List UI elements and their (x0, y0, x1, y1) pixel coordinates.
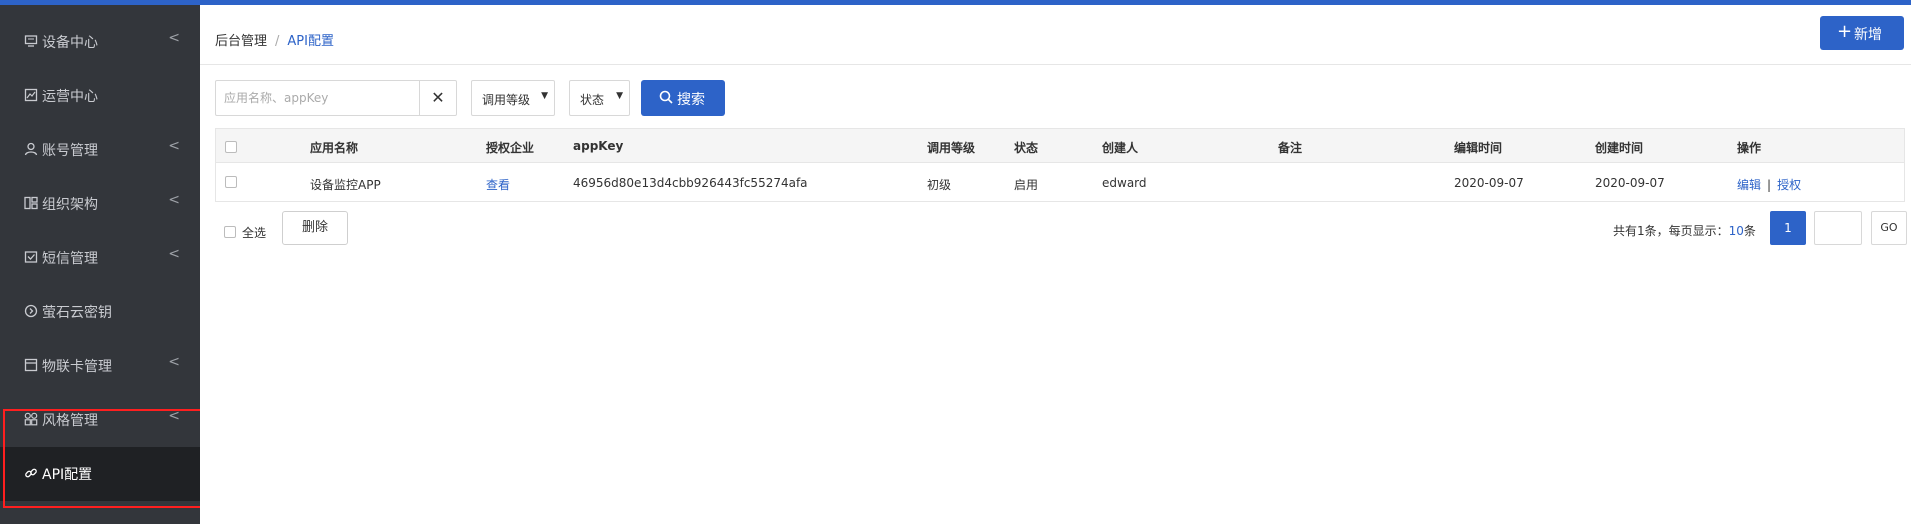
level-select-value: 调用等级 (482, 93, 531, 107)
cell-status: 启用 (1014, 178, 1039, 192)
cell-app-name: 设备监控APP (310, 178, 381, 192)
chevron-left-icon: < (168, 246, 180, 262)
sidebar-item-operation-center[interactable]: 运营中心 (0, 69, 200, 123)
message-icon (24, 250, 38, 264)
sidebar-item-organization[interactable]: 组织架构 < (0, 177, 200, 231)
cell-creator: edward (1102, 176, 1147, 190)
add-button[interactable]: + 新增 (1820, 16, 1904, 50)
page-size[interactable]: 10 (1729, 224, 1744, 238)
highlight-annotation (3, 409, 227, 508)
column-header: 应用名称 (310, 141, 359, 155)
sidebar-item-account[interactable]: 账号管理 < (0, 123, 200, 177)
sidebar-item-label: 设备中心 (42, 35, 98, 51)
header-bar: 后台管理 / API配置 + 新增 (200, 5, 1911, 65)
header-checkbox[interactable] (225, 141, 237, 153)
cell-operations: 编辑 | 授权 (1737, 176, 1801, 193)
select-all-label: 全选 (242, 226, 267, 240)
breadcrumb-current: API配置 (287, 34, 334, 49)
card-icon (24, 358, 38, 372)
sidebar-item-label: 账号管理 (42, 143, 98, 159)
main-content: 后台管理 / API配置 + 新增 ✕ 调用等级 ▼ 状态 ▼ 搜索 应用名称 授权… (200, 5, 1911, 524)
sidebar-item-label: 萤石云密钥 (42, 305, 112, 321)
key-icon (24, 304, 38, 318)
search-button-label: 搜索 (677, 92, 705, 108)
level-select[interactable]: 调用等级 ▼ (471, 80, 555, 116)
sidebar-item-iot-card[interactable]: 物联卡管理 < (0, 339, 200, 393)
column-header: 状态 (1014, 141, 1039, 155)
monitor-icon (24, 34, 38, 48)
sidebar-item-ezviz-key[interactable]: 萤石云密钥 (0, 285, 200, 339)
authorize-link[interactable]: 授权 (1777, 178, 1801, 192)
pagination-info: 共有1条，每页显示：10条 (1613, 222, 1756, 239)
row-checkbox[interactable] (225, 176, 237, 188)
plus-icon: + (1837, 21, 1853, 42)
breadcrumb-separator: / (275, 34, 280, 49)
clear-button[interactable]: ✕ (419, 81, 456, 115)
search-box: ✕ (215, 80, 457, 116)
page-info-suffix: 条 (1743, 224, 1756, 238)
column-header: 编辑时间 (1454, 141, 1503, 155)
cell-edit-time: 2020-09-07 (1454, 176, 1524, 190)
op-separator: | (1767, 178, 1772, 192)
column-header: 创建时间 (1595, 141, 1644, 155)
delete-button[interactable]: 删除 (282, 211, 348, 245)
column-header: 调用等级 (927, 141, 976, 155)
status-select-value: 状态 (580, 93, 605, 107)
caret-down-icon: ▼ (616, 91, 623, 101)
cell-level: 初级 (927, 178, 952, 192)
search-input[interactable] (216, 81, 420, 115)
go-button[interactable]: GO (1871, 211, 1907, 245)
caret-down-icon: ▼ (541, 91, 548, 101)
column-header: 操作 (1737, 141, 1762, 155)
search-icon (659, 90, 673, 104)
sidebar-item-label: 运营中心 (42, 89, 98, 105)
column-header: 备注 (1278, 141, 1303, 155)
cell-create-time: 2020-09-07 (1595, 176, 1665, 190)
sidebar-item-sms[interactable]: 短信管理 < (0, 231, 200, 285)
api-table: 应用名称 授权企业 appKey 调用等级 状态 创建人 备注 编辑时间 创建时… (215, 128, 1905, 202)
table-header: 应用名称 授权企业 appKey 调用等级 状态 创建人 备注 编辑时间 创建时… (216, 129, 1904, 163)
add-button-label: 新增 (1854, 27, 1882, 43)
sidebar-item-label: 短信管理 (42, 251, 98, 267)
cell-app-key: 46956d80e13d4cbb926443fc55274afa (573, 176, 808, 190)
chevron-left-icon: < (168, 138, 180, 154)
column-header: appKey (573, 139, 624, 153)
sidebar-item-label: 物联卡管理 (42, 359, 112, 375)
page-info-prefix: 共有1条，每页显示： (1613, 224, 1729, 238)
page-jump-input[interactable] (1814, 211, 1862, 245)
chevron-left-icon: < (168, 354, 180, 370)
sidebar-item-label: 组织架构 (42, 197, 98, 213)
chevron-left-icon: < (168, 192, 180, 208)
column-header: 授权企业 (486, 141, 535, 155)
chevron-left-icon: < (168, 30, 180, 46)
breadcrumb: 后台管理 / API配置 (215, 30, 334, 49)
org-icon (24, 196, 38, 210)
user-icon (24, 142, 38, 156)
column-header: 创建人 (1102, 141, 1139, 155)
breadcrumb-root[interactable]: 后台管理 (215, 34, 267, 49)
chart-icon (24, 88, 38, 102)
page-button-current[interactable]: 1 (1770, 211, 1806, 245)
select-all-checkbox[interactable] (224, 226, 236, 238)
edit-link[interactable]: 编辑 (1737, 178, 1761, 192)
view-company-link[interactable]: 查看 (486, 176, 510, 193)
search-button[interactable]: 搜索 (641, 80, 725, 116)
status-select[interactable]: 状态 ▼ (569, 80, 630, 116)
sidebar-item-device-center[interactable]: 设备中心 < (0, 15, 200, 69)
